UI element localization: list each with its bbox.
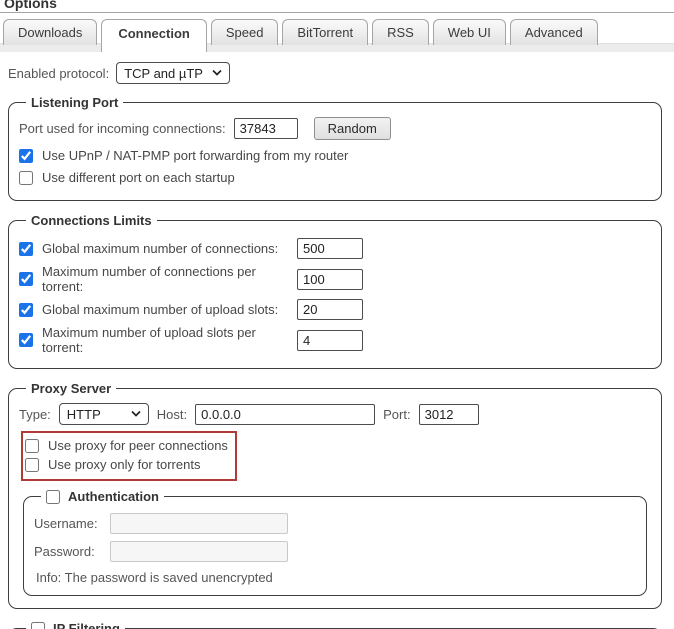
global-max-upload-slots-row: Global maximum number of upload slots: [19,299,651,320]
upnp-checkbox[interactable] [19,149,33,163]
enabled-protocol-row: Enabled protocol: TCP and µTP [8,62,674,84]
proxy-port-label: Port: [383,407,410,422]
different-port-row: Use different port on each startup [19,170,651,185]
proxy-only-torrents-checkbox[interactable] [25,458,39,472]
connections-limits-legend: Connections Limits [26,213,157,228]
different-port-checkbox[interactable] [19,171,33,185]
tab-bar: Downloads Connection Speed BitTorrent RS… [0,19,674,52]
authentication-legend-label: Authentication [68,489,159,504]
enabled-protocol-select[interactable]: TCP and µTP [116,62,230,84]
password-info-text: Info: The password is saved unencrypted [36,570,636,585]
authentication-checkbox[interactable] [46,490,60,504]
proxy-peer-connections-row: Use proxy for peer connections [25,438,228,453]
password-label: Password: [34,544,102,559]
tab-connection[interactable]: Connection [101,19,207,52]
connections-limits-section: Connections Limits Global maximum number… [8,213,662,369]
global-max-upload-slots-label: Global maximum number of upload slots: [42,302,288,317]
proxy-type-label: Type: [19,407,51,422]
max-connections-per-torrent-row: Maximum number of connections per torren… [19,264,651,294]
tab-bittorrent[interactable]: BitTorrent [282,19,368,45]
proxy-only-torrents-label: Use proxy only for torrents [48,457,200,472]
max-upload-slots-per-torrent-row: Maximum number of upload slots per torre… [19,325,651,355]
listening-port-legend: Listening Port [26,95,123,110]
max-connections-per-torrent-label: Maximum number of connections per torren… [42,264,288,294]
ip-filtering-legend-label: IP Filtering [53,621,120,629]
proxy-options-highlight-annotation: Use proxy for peer connections Use proxy… [21,431,237,481]
proxy-host-input[interactable] [195,404,375,425]
proxy-server-legend: Proxy Server [26,381,116,396]
enabled-protocol-label: Enabled protocol: [8,66,109,81]
window-title: Options [4,0,674,11]
authentication-section: Authentication Username: Password: Info:… [23,489,647,596]
enabled-protocol-value: TCP and µTP [124,66,203,81]
ip-filtering-section: IP Filtering Filter path (.dat, .p2p, .p… [8,621,662,629]
global-max-upload-slots-checkbox[interactable] [19,303,33,317]
username-label: Username: [34,516,102,531]
different-port-label: Use different port on each startup [42,170,235,185]
username-row: Username: [34,513,636,534]
tab-rss[interactable]: RSS [372,19,429,45]
incoming-port-label: Port used for incoming connections: [19,121,226,136]
chevron-down-icon [212,70,222,76]
max-connections-per-torrent-checkbox[interactable] [19,272,33,286]
proxy-host-label: Host: [157,407,187,422]
ip-filtering-checkbox[interactable] [31,622,45,629]
proxy-type-select[interactable]: HTTP [59,403,149,425]
global-max-connections-row: Global maximum number of connections: [19,238,651,259]
global-max-connections-input[interactable] [297,238,363,259]
listening-port-section: Listening Port Port used for incoming co… [8,95,662,201]
max-connections-per-torrent-input[interactable] [297,269,363,290]
max-upload-slots-per-torrent-input[interactable] [297,330,363,351]
tab-advanced[interactable]: Advanced [510,19,598,45]
tab-downloads[interactable]: Downloads [3,19,97,45]
title-divider [0,12,674,13]
max-upload-slots-per-torrent-label: Maximum number of upload slots per torre… [42,325,288,355]
proxy-peer-connections-label: Use proxy for peer connections [48,438,228,453]
max-upload-slots-per-torrent-checkbox[interactable] [19,333,33,347]
random-port-button[interactable]: Random [314,117,391,140]
proxy-server-section: Proxy Server Type: HTTP Host: Port: Use … [8,381,662,609]
username-input[interactable] [110,513,288,534]
proxy-type-row: Type: HTTP Host: Port: [19,403,651,425]
ip-filtering-legend: IP Filtering [26,621,125,629]
tab-webui[interactable]: Web UI [433,19,506,45]
proxy-peer-connections-checkbox[interactable] [25,439,39,453]
incoming-port-row: Port used for incoming connections: Rand… [19,117,651,140]
proxy-only-torrents-row: Use proxy only for torrents [25,457,228,472]
incoming-port-input[interactable] [234,118,298,139]
tab-speed[interactable]: Speed [211,19,279,45]
authentication-legend: Authentication [41,489,164,504]
password-input[interactable] [110,541,288,562]
global-max-connections-checkbox[interactable] [19,242,33,256]
upnp-row: Use UPnP / NAT-PMP port forwarding from … [19,148,651,163]
proxy-port-input[interactable] [419,404,479,425]
password-row: Password: [34,541,636,562]
global-max-connections-label: Global maximum number of connections: [42,241,288,256]
global-max-upload-slots-input[interactable] [297,299,363,320]
chevron-down-icon [131,411,141,417]
upnp-label: Use UPnP / NAT-PMP port forwarding from … [42,148,348,163]
proxy-type-value: HTTP [67,407,101,422]
